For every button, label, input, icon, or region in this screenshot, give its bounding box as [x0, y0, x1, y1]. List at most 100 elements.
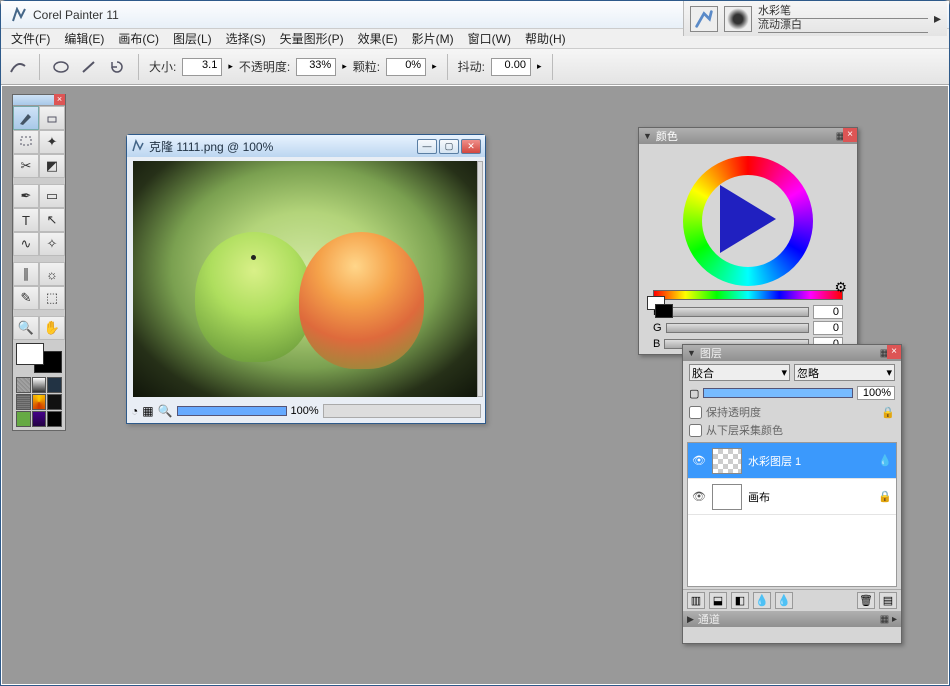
menu-help[interactable]: 帮助(H) — [519, 28, 572, 49]
vertical-scrollbar[interactable] — [477, 161, 483, 397]
straight-stroke-icon[interactable] — [78, 56, 100, 78]
selection-adjust-tool[interactable]: ◩ — [39, 154, 65, 178]
new-dynamic-button[interactable]: ⬓ — [709, 592, 727, 609]
r-value[interactable]: 0 — [813, 305, 843, 319]
magnifier-tool[interactable]: 🔍 — [13, 316, 39, 340]
brush-tool[interactable] — [13, 106, 39, 130]
paper-selector-5[interactable] — [32, 394, 47, 410]
rect-shape-tool[interactable]: ▭ — [39, 184, 65, 208]
channels-expand-icon[interactable]: ▶ — [687, 614, 694, 625]
layer-item-watercolor[interactable]: 👁 水彩图层 1 💧 — [688, 443, 896, 479]
layer-name[interactable]: 水彩图层 1 — [748, 453, 801, 469]
new-layer-button[interactable]: ▥ — [687, 592, 705, 609]
brush-flyout-icon[interactable]: ▸ — [934, 10, 941, 27]
r-slider[interactable] — [665, 307, 809, 317]
scissors-tool[interactable]: ✧ — [39, 232, 65, 256]
zoom-out-icon[interactable]: 🔍 — [158, 404, 173, 418]
freehand-stroke-icon[interactable] — [50, 56, 72, 78]
layer-item-canvas[interactable]: 👁 画布 🔒 — [688, 479, 896, 515]
blend-mode-select[interactable]: 胶合▾ — [689, 364, 790, 381]
menu-movie[interactable]: 影片(M) — [406, 28, 460, 49]
lock-icon[interactable]: 🔒 — [881, 406, 895, 419]
new-watercolor-button[interactable]: 💧 — [753, 592, 771, 609]
brush-dab-preview[interactable] — [724, 6, 752, 32]
depth-mode-select[interactable]: 忽略▾ — [794, 364, 895, 381]
hue-slider[interactable] — [653, 290, 843, 300]
colors-close-icon[interactable]: × — [843, 128, 857, 142]
document-titlebar[interactable]: 克隆 1111.png @ 100% ― ▢ ✕ — [127, 135, 485, 157]
visibility-icon[interactable]: 👁 — [692, 454, 706, 467]
channels-section[interactable]: ▶ 通道 ▦ ▸ — [683, 611, 901, 627]
shape-select-tool[interactable]: ↖ — [39, 208, 65, 232]
jitter-input[interactable]: 0.00 — [491, 58, 531, 76]
g-value[interactable]: 0 — [813, 321, 843, 335]
cloner-tool[interactable]: ∥ — [13, 262, 39, 286]
crop-tool[interactable]: ✂ — [13, 154, 39, 178]
sv-triangle[interactable] — [720, 185, 776, 253]
collapse-icon[interactable]: ▼ — [643, 131, 652, 141]
document-window[interactable]: 克隆 1111.png @ 100% ― ▢ ✕ ◔ ▦ 🔍 — [126, 134, 486, 424]
colors-panel[interactable]: × ▼ 颜色 ▦ ▸ ⚙ R0 G0 B0 — [638, 127, 858, 355]
layers-panel[interactable]: × ▼ 图层 ▦ ▸ 胶合▾ 忽略▾ ▢ 100% 保持透明度🔒 — [682, 344, 902, 644]
lasso-tool[interactable]: ∿ — [13, 232, 39, 256]
grabber-tool[interactable]: ✋ — [39, 316, 65, 340]
opacity-spinner-icon[interactable]: ▸ — [342, 61, 347, 72]
main-color-swatch[interactable] — [16, 343, 44, 365]
eyedropper-tool[interactable]: ✎ — [13, 286, 39, 310]
paper-selector-9[interactable] — [47, 411, 62, 427]
grid-icon[interactable]: ▦ — [142, 404, 153, 418]
bucket-tool[interactable]: ⬚ — [39, 286, 65, 310]
layers-close-icon[interactable]: × — [887, 345, 901, 359]
pen-tool[interactable]: ✒ — [13, 184, 39, 208]
layers-collapse-icon[interactable]: ▼ — [687, 348, 696, 358]
brush-variant-label[interactable]: 流动漂白 — [758, 19, 928, 33]
canvas[interactable] — [133, 161, 479, 397]
paper-selector-7[interactable] — [16, 411, 31, 427]
rect-select-tool[interactable] — [13, 130, 39, 154]
hue-ring[interactable] — [683, 156, 813, 286]
pick-underlying-checkbox[interactable] — [689, 424, 702, 437]
menu-effects[interactable]: 效果(E) — [352, 28, 404, 49]
delete-layer-button[interactable]: 🗑 — [857, 592, 875, 609]
menu-edit[interactable]: 编辑(E) — [58, 28, 110, 49]
size-input[interactable]: 3.1 — [182, 58, 222, 76]
size-spinner-icon[interactable]: ▸ — [228, 61, 233, 72]
channels-menu-icon[interactable]: ▦ ▸ — [880, 614, 897, 625]
paper-selector-3[interactable] — [47, 377, 62, 393]
layer-opacity-slider[interactable] — [703, 388, 853, 398]
jitter-spinner-icon[interactable]: ▸ — [537, 61, 542, 72]
paper-selector-2[interactable] — [32, 377, 47, 393]
paper-selector-8[interactable] — [32, 411, 47, 427]
menu-canvas[interactable]: 画布(C) — [112, 28, 165, 49]
paper-selector-6[interactable] — [47, 394, 62, 410]
toolbox-titlebar[interactable]: × — [13, 95, 65, 106]
grain-input[interactable]: 0% — [386, 58, 426, 76]
visibility-icon[interactable]: 👁 — [692, 490, 706, 503]
menu-layers[interactable]: 图层(L) — [167, 28, 218, 49]
layer-options-button[interactable]: ▤ — [879, 592, 897, 609]
layers-panel-title[interactable]: ▼ 图层 ▦ ▸ — [683, 345, 901, 361]
hsv-toggle-icon[interactable]: ⚙ — [834, 279, 847, 296]
opacity-input[interactable]: 33% — [296, 58, 336, 76]
toolbox[interactable]: × ✦ ✂ ◩ ✒ ▭ T ↖ ∿ — [12, 94, 66, 431]
menu-file[interactable]: 文件(F) — [5, 28, 56, 49]
paper-selector-4[interactable] — [16, 394, 31, 410]
magic-wand-tool[interactable]: ✦ — [39, 130, 65, 154]
grain-spinner-icon[interactable]: ▸ — [432, 61, 437, 72]
zoom-value[interactable]: 100% — [291, 405, 319, 417]
paper-selector-1[interactable] — [16, 377, 31, 393]
dodge-tool[interactable]: ☼ — [39, 262, 65, 286]
toolbox-close-icon[interactable]: × — [54, 94, 65, 105]
brush-ghost-icon[interactable] — [7, 56, 29, 78]
nav-icon[interactable]: ◔ — [131, 404, 138, 418]
resat-icon[interactable] — [106, 56, 128, 78]
brush-category-label[interactable]: 水彩笔 — [758, 5, 928, 19]
menu-select[interactable]: 选择(S) — [220, 28, 272, 49]
doc-maximize-button[interactable]: ▢ — [439, 139, 459, 154]
new-liquid-button[interactable]: 💧 — [775, 592, 793, 609]
brush-category-icon[interactable] — [690, 6, 718, 32]
menu-window[interactable]: 窗口(W) — [462, 28, 517, 49]
text-tool[interactable]: T — [13, 208, 39, 232]
menu-shapes[interactable]: 矢量图形(P) — [274, 28, 350, 49]
layer-opacity-value[interactable]: 100% — [857, 386, 895, 400]
